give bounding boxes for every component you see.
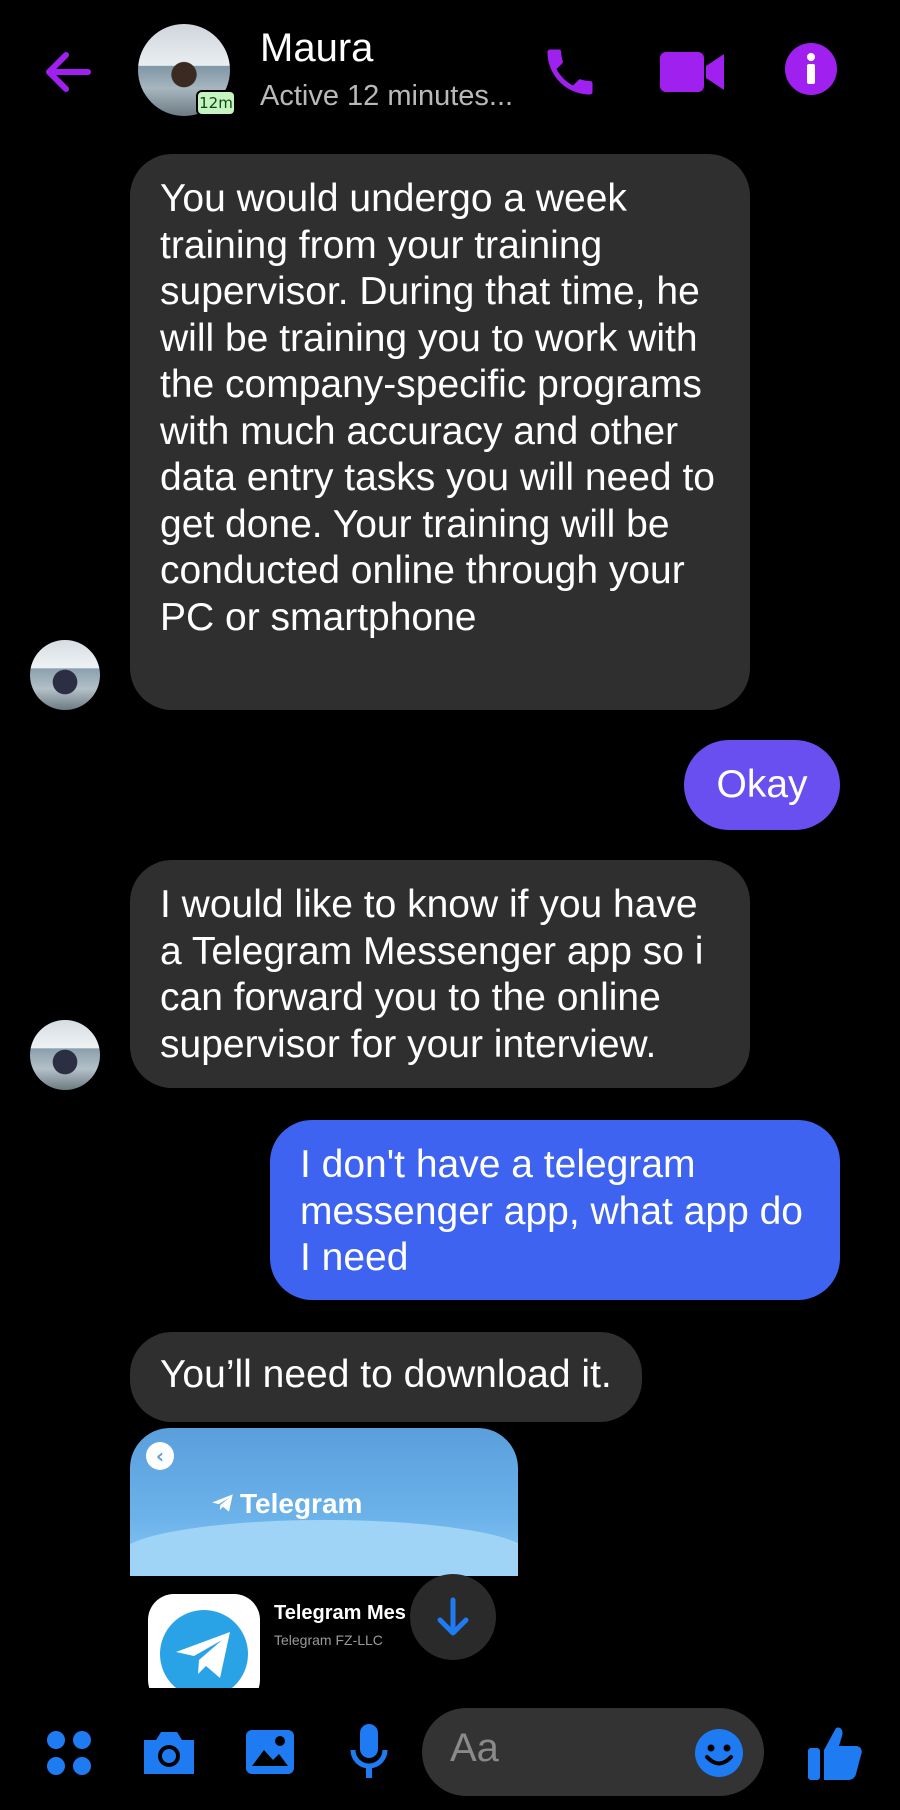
video-call-button[interactable] bbox=[658, 44, 726, 100]
emoji-button[interactable] bbox=[694, 1728, 744, 1778]
message-input-placeholder: Aa bbox=[450, 1726, 499, 1770]
active-status: Active 12 minutes... bbox=[260, 80, 514, 112]
gallery-button[interactable] bbox=[244, 1726, 296, 1778]
like-button[interactable] bbox=[806, 1722, 864, 1782]
active-badge: 12m bbox=[196, 90, 236, 116]
chevron-left-icon[interactable]: ‹ bbox=[146, 1442, 174, 1470]
thumbs-up-icon bbox=[808, 1727, 862, 1780]
message-outgoing[interactable]: I don't have a telegram messenger app, w… bbox=[270, 1120, 840, 1300]
camera-button[interactable] bbox=[140, 1726, 198, 1778]
info-icon bbox=[785, 43, 837, 95]
app-name: Telegram Messenger bbox=[274, 1602, 406, 1624]
sender-avatar[interactable] bbox=[30, 1020, 100, 1090]
sender-avatar[interactable] bbox=[30, 640, 100, 710]
link-preview-title: Telegram bbox=[240, 1488, 363, 1519]
app-developer: Telegram FZ-LLC bbox=[274, 1632, 383, 1648]
microphone-icon bbox=[350, 1724, 388, 1778]
back-arrow-icon bbox=[46, 52, 91, 92]
contact-name[interactable]: Maura bbox=[260, 26, 373, 71]
scroll-down-button[interactable] bbox=[410, 1574, 496, 1660]
message-incoming[interactable]: I would like to know if you have a Teleg… bbox=[130, 860, 750, 1088]
back-button[interactable] bbox=[38, 42, 98, 102]
telegram-app-icon bbox=[148, 1594, 260, 1688]
call-button[interactable] bbox=[540, 42, 600, 102]
message-outgoing[interactable]: Okay bbox=[684, 740, 840, 830]
camera-icon bbox=[144, 1732, 194, 1774]
message-input[interactable]: Aa bbox=[422, 1708, 764, 1796]
arrow-down-icon bbox=[437, 1597, 469, 1636]
emoji-icon bbox=[695, 1729, 743, 1777]
voice-message-button[interactable] bbox=[348, 1722, 390, 1780]
gallery-icon bbox=[246, 1730, 294, 1774]
menu-dots-icon bbox=[47, 1731, 91, 1775]
video-camera-icon bbox=[660, 52, 724, 92]
info-button[interactable] bbox=[784, 42, 838, 96]
message-incoming[interactable]: You’ll need to download it. bbox=[130, 1332, 642, 1422]
menu-button[interactable] bbox=[44, 1728, 94, 1778]
telegram-plane-icon bbox=[212, 1494, 233, 1512]
message-incoming[interactable]: You would undergo a week training from y… bbox=[130, 154, 750, 710]
phone-icon bbox=[547, 49, 593, 95]
link-preview-banner: ‹ Telegram bbox=[130, 1428, 518, 1590]
